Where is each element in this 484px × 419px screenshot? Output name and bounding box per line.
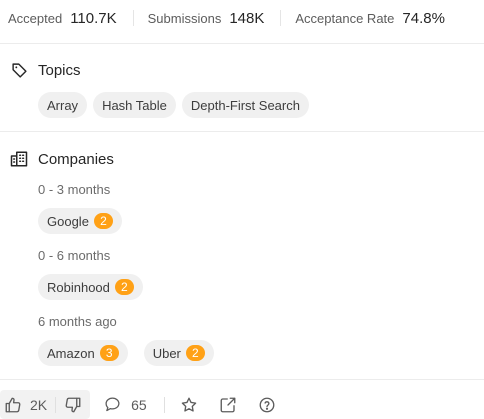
company-period: 6 months ago (38, 314, 117, 329)
dislike-button[interactable] (56, 390, 90, 419)
section-divider (0, 43, 484, 44)
company-count-badge: 2 (93, 213, 113, 229)
company-period: 0 - 3 months (38, 182, 111, 197)
comment-count: 65 (131, 396, 147, 413)
stat-value: 148K (229, 9, 265, 27)
star-icon (180, 396, 198, 414)
like-count: 2K (30, 396, 48, 413)
company-period: 0 - 6 months (38, 248, 111, 263)
share-icon (219, 396, 237, 414)
topics-title: Topics (38, 61, 81, 79)
companies-title: Companies (38, 150, 114, 168)
company-count-badge: 2 (185, 345, 205, 361)
company-tags: Robinhood 2 (38, 274, 143, 300)
help-icon (258, 396, 276, 414)
toolbar-divider (163, 396, 165, 413)
thumbs-up-icon (4, 396, 22, 414)
comments-button[interactable]: 65 (104, 390, 147, 419)
problem-footer-toolbar: 2K 65 (0, 390, 484, 419)
company-count-badge: 2 (114, 279, 134, 295)
company-tag-google[interactable]: Google 2 (38, 208, 122, 234)
vote-group: 2K (0, 390, 91, 419)
section-divider (0, 131, 484, 132)
stat-divider (280, 10, 282, 26)
tag-icon (9, 60, 29, 80)
share-button[interactable] (219, 390, 237, 419)
topic-tag[interactable]: Array (38, 92, 88, 118)
help-button[interactable] (258, 390, 276, 419)
like-button[interactable]: 2K (0, 390, 55, 419)
topics-header[interactable]: Topics (9, 60, 81, 80)
company-tags: Amazon 3 Uber 2 (38, 340, 214, 366)
thumbs-down-icon (64, 396, 82, 414)
building-icon (9, 149, 29, 169)
companies-header[interactable]: Companies (9, 149, 114, 169)
topic-tag[interactable]: Hash Table (93, 92, 176, 118)
company-name: Uber (152, 345, 181, 361)
stats-bar: Accepted 110.7K Submissions 148K Accepta… (0, 0, 484, 36)
company-tags: Google 2 (38, 208, 122, 234)
company-tag-amazon[interactable]: Amazon 3 (38, 340, 128, 366)
company-tag-uber[interactable]: Uber 2 (143, 340, 214, 366)
section-divider (0, 379, 484, 380)
stat-value: 110.7K (70, 9, 117, 27)
stat-label: Acceptance Rate (295, 10, 395, 26)
comment-icon (104, 396, 121, 413)
company-count-badge: 3 (99, 345, 119, 361)
company-name: Google (47, 213, 89, 229)
company-name: Amazon (47, 345, 95, 361)
company-tag-robinhood[interactable]: Robinhood 2 (38, 274, 143, 300)
topic-tags: Array Hash Table Depth-First Search (38, 92, 309, 118)
stat-value: 74.8% (402, 9, 445, 27)
stat-label: Accepted (8, 10, 63, 26)
stat-acceptance-rate: Acceptance Rate 74.8% (295, 10, 445, 27)
stat-label: Submissions (147, 10, 222, 26)
stat-submissions: Submissions 148K (148, 10, 265, 27)
stat-accepted: Accepted 110.7K (8, 10, 117, 27)
stat-divider (132, 10, 134, 26)
company-name: Robinhood (47, 279, 110, 295)
favorite-button[interactable] (180, 390, 198, 419)
topic-tag[interactable]: Depth-First Search (181, 92, 309, 118)
